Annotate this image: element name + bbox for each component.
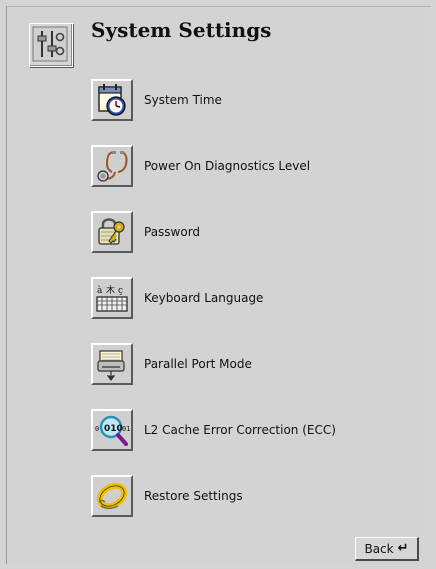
svg-text:010: 010 xyxy=(104,424,123,434)
menu-label-system-time: System Time xyxy=(144,93,222,107)
back-button-label: Back xyxy=(364,541,394,556)
life-preserver-icon[interactable] xyxy=(91,475,133,517)
back-button[interactable]: Back ↵ xyxy=(355,537,419,561)
menu-item-parallel-port-mode[interactable]: Parallel Port Mode xyxy=(91,342,391,386)
printer-port-icon[interactable] xyxy=(91,343,133,385)
menu-item-power-on-diagnostics[interactable]: Power On Diagnostics Level xyxy=(91,144,391,188)
menu-item-l2-cache-ecc[interactable]: 0 010 01 L2 Cache Error Correction (ECC) xyxy=(91,408,391,452)
svg-text:à: à xyxy=(97,285,103,296)
svg-text:0: 0 xyxy=(95,425,99,433)
stethoscope-icon[interactable] xyxy=(91,145,133,187)
menu-item-system-time[interactable]: System Time xyxy=(91,78,391,122)
svg-text:ç: ç xyxy=(118,286,123,296)
menu-item-restore-settings[interactable]: Restore Settings xyxy=(91,474,391,518)
svg-text:木: 木 xyxy=(106,284,115,296)
page-title: System Settings xyxy=(91,18,272,42)
calendar-clock-icon[interactable] xyxy=(91,79,133,121)
keyboard-icon[interactable]: à 木 ç xyxy=(91,277,133,319)
menu-label-power-on-diagnostics: Power On Diagnostics Level xyxy=(144,159,311,173)
menu-label-keyboard-language: Keyboard Language xyxy=(144,291,264,305)
menu-item-keyboard-language[interactable]: à 木 ç Keyboard Language xyxy=(91,276,391,320)
menu-item-password[interactable]: Password xyxy=(91,210,391,254)
settings-sliders-icon xyxy=(29,23,73,67)
menu-label-password: Password xyxy=(144,225,201,239)
menu-label-restore-settings: Restore Settings xyxy=(144,489,243,503)
padlock-key-icon[interactable] xyxy=(91,211,133,253)
menu-label-parallel-port-mode: Parallel Port Mode xyxy=(144,357,252,371)
svg-text:01: 01 xyxy=(122,425,130,433)
menu-label-l2-cache-ecc: L2 Cache Error Correction (ECC) xyxy=(144,423,336,437)
enter-arrow-icon: ↵ xyxy=(397,541,409,556)
binary-magnifier-icon[interactable]: 0 010 01 xyxy=(91,409,133,451)
